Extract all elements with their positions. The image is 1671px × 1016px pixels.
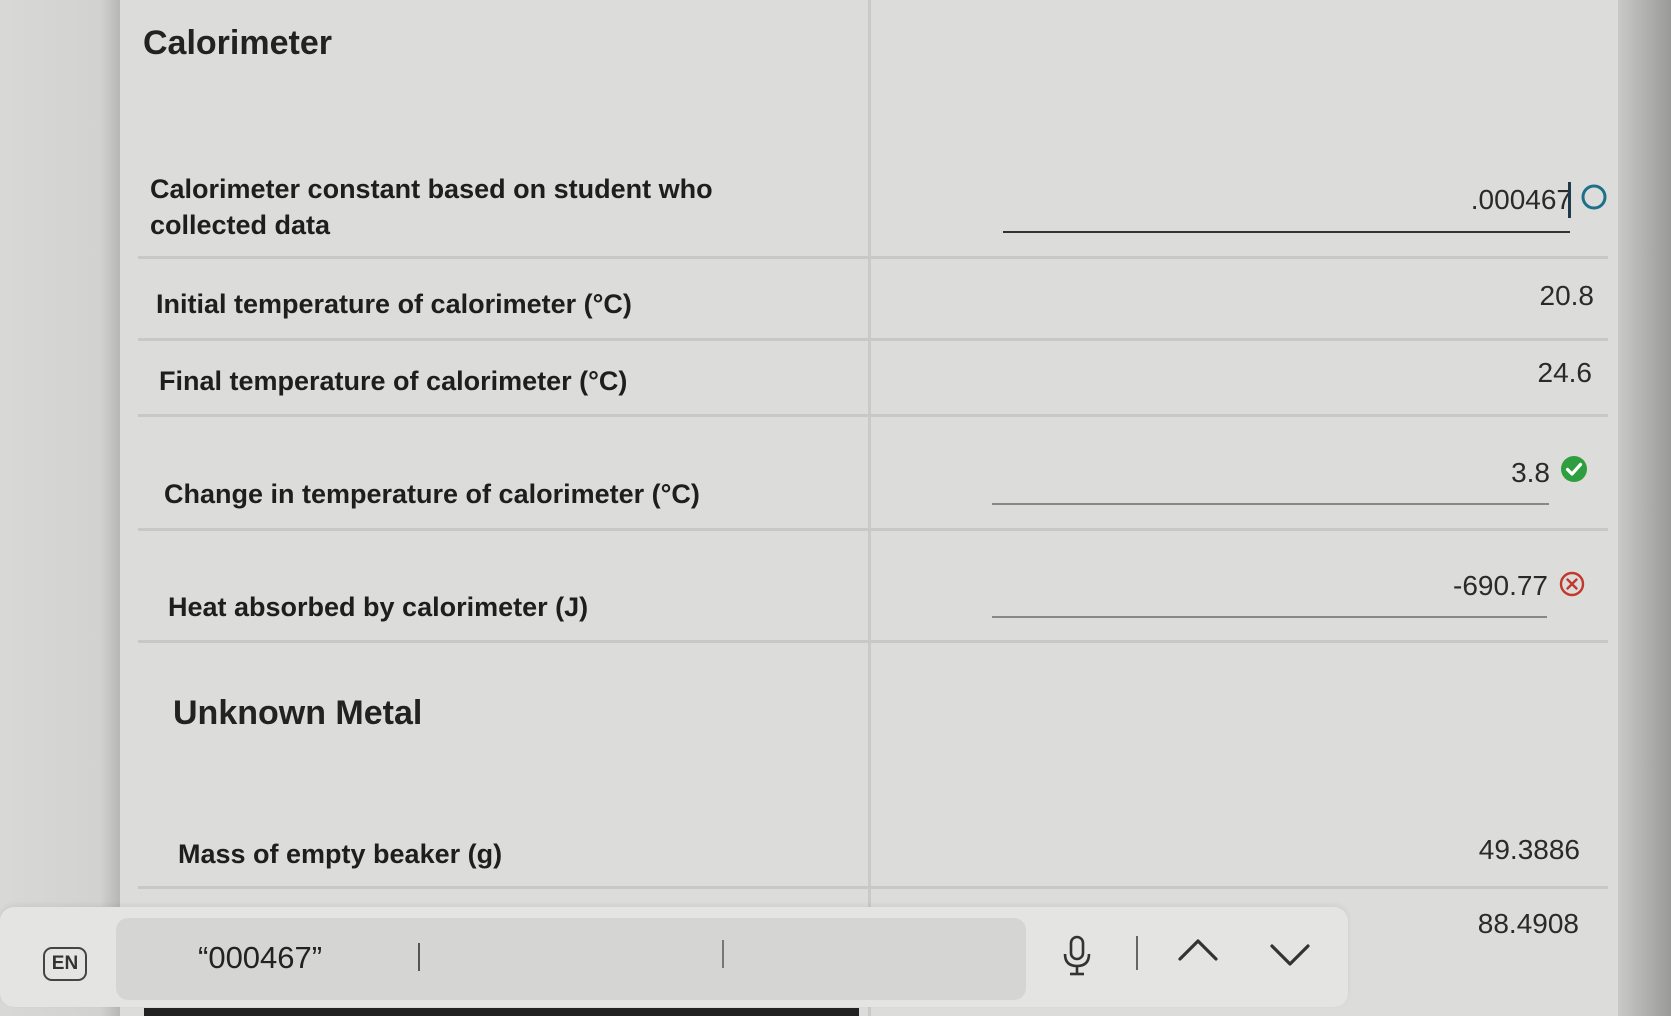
- chevron-up-icon[interactable]: [1176, 935, 1220, 965]
- row-label-mass-empty-beaker: Mass of empty beaker (g): [178, 839, 503, 869]
- chevron-down-icon[interactable]: [1268, 940, 1312, 970]
- answer-underline: [992, 503, 1549, 505]
- answer-underline: [1003, 231, 1570, 233]
- toolbar-separator: [1136, 936, 1138, 970]
- check-circle-icon: [1561, 456, 1587, 482]
- calorimeter-constant-input[interactable]: .000467: [1300, 184, 1572, 216]
- horizontal-scrollbar[interactable]: [144, 1008, 859, 1016]
- text-cursor: [1568, 182, 1571, 218]
- section-title-unknown-metal: Unknown Metal: [173, 694, 423, 732]
- change-in-temperature-input[interactable]: 3.8: [1300, 457, 1550, 489]
- row-label-final-temperature: Final temperature of calorimeter (°C): [159, 366, 628, 396]
- device-bezel: [0, 0, 118, 1016]
- dictation-text: “000467”: [198, 940, 323, 975]
- editing-status-icon: [1581, 184, 1607, 210]
- row-label-change-in-temperature: Change in temperature of calorimeter (°C…: [164, 479, 700, 509]
- field-divider: [722, 940, 724, 968]
- row-label-initial-temperature: Initial temperature of calorimeter (°C): [156, 289, 632, 319]
- answer-underline: [992, 616, 1547, 618]
- row-label-calorimeter-constant: Calorimeter constant based on student wh…: [150, 174, 713, 240]
- initial-temperature-value: 20.8: [1539, 280, 1595, 311]
- row-label-heat-absorbed: Heat absorbed by calorimeter (J): [168, 592, 589, 622]
- dictation-cursor: [418, 943, 420, 971]
- final-temperature-value: 24.6: [1537, 357, 1593, 388]
- error-circle-icon: [1559, 571, 1585, 597]
- partially-hidden-value: 88.4908: [1477, 908, 1579, 939]
- heat-absorbed-input[interactable]: -690.77: [1300, 570, 1548, 602]
- microphone-icon[interactable]: [1060, 934, 1094, 978]
- language-switch-button[interactable]: EN: [43, 947, 87, 981]
- section-title-calorimeter: Calorimeter: [143, 24, 332, 62]
- device-edge: [1618, 0, 1671, 1016]
- mass-empty-beaker-value: 49.3886: [1478, 834, 1580, 865]
